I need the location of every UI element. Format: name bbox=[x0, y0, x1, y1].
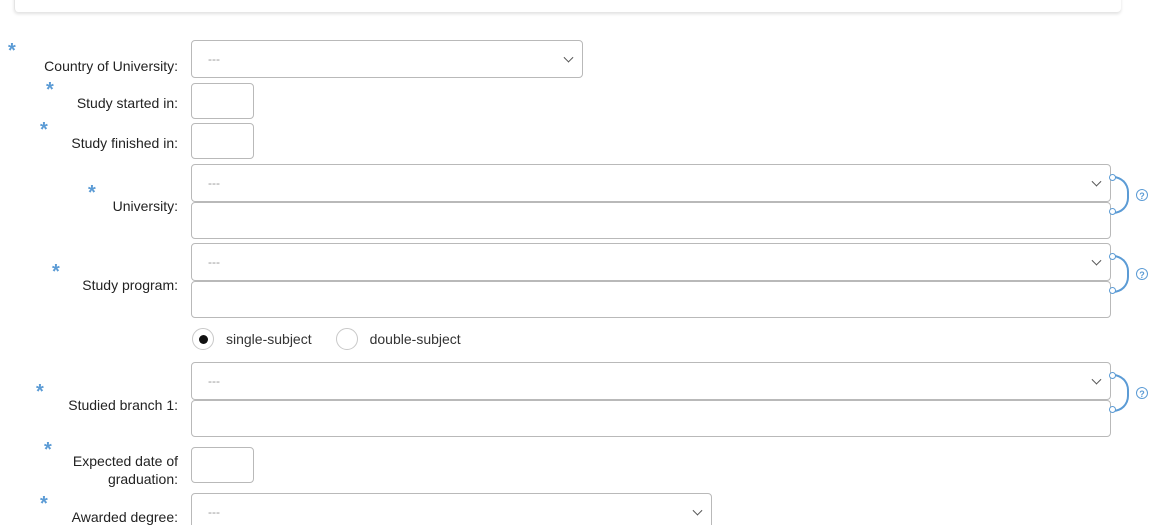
help-icon[interactable]: ? bbox=[1136, 387, 1148, 399]
awarded-degree-select-value: --- bbox=[208, 505, 220, 519]
studied-branch-label: Studied branch 1: bbox=[68, 397, 178, 413]
country-select-value: --- bbox=[208, 52, 220, 66]
bracket-dot bbox=[1109, 208, 1116, 215]
required-asterisk: * bbox=[88, 182, 96, 204]
study-program-select[interactable]: --- bbox=[191, 243, 1111, 281]
study-program-select-value: --- bbox=[208, 255, 220, 269]
required-asterisk: * bbox=[52, 261, 60, 283]
university-label-wrap: * University: bbox=[0, 183, 178, 215]
top-card-edge bbox=[14, 0, 1121, 12]
country-label-wrap: * Country of University: bbox=[0, 41, 178, 75]
required-asterisk: * bbox=[8, 40, 16, 62]
required-asterisk: * bbox=[46, 79, 54, 101]
study-finished-label-wrap: * Study finished in: bbox=[0, 120, 178, 152]
required-asterisk: * bbox=[44, 439, 52, 461]
chevron-down-icon bbox=[563, 52, 574, 63]
bracket-dot bbox=[1109, 406, 1116, 413]
single-subject-label[interactable]: single-subject bbox=[226, 331, 312, 347]
registration-form-page: * Country of University: --- * Study sta… bbox=[0, 0, 1150, 525]
university-select[interactable]: --- bbox=[191, 164, 1111, 202]
linked-fields-bracket bbox=[1109, 372, 1129, 413]
expected-graduation-label-wrap: * Expected date of graduation: bbox=[0, 440, 178, 488]
study-finished-label: Study finished in: bbox=[71, 135, 178, 151]
chevron-down-icon bbox=[1091, 255, 1102, 266]
bracket-dot bbox=[1109, 372, 1116, 379]
required-asterisk: * bbox=[40, 119, 48, 141]
bracket-dot bbox=[1109, 174, 1116, 181]
expected-graduation-label-line2: graduation: bbox=[107, 471, 178, 487]
required-asterisk: * bbox=[36, 381, 44, 403]
study-started-label-wrap: * Study started in: bbox=[0, 80, 178, 112]
studied-branch-text-input[interactable] bbox=[191, 400, 1111, 437]
double-subject-radio[interactable] bbox=[335, 328, 358, 350]
bracket-dot bbox=[1109, 253, 1116, 260]
single-subject-radio[interactable] bbox=[192, 328, 214, 350]
expected-graduation-label-line1: Expected date of bbox=[72, 453, 178, 469]
awarded-degree-select[interactable]: --- bbox=[191, 493, 712, 525]
studied-branch-select-value: --- bbox=[208, 374, 220, 388]
university-label: University: bbox=[112, 198, 178, 214]
study-program-label-wrap: * Study program: bbox=[0, 262, 178, 294]
bracket-dot bbox=[1109, 287, 1116, 294]
expected-graduation-input[interactable] bbox=[191, 447, 254, 483]
help-icon[interactable]: ? bbox=[1136, 268, 1148, 280]
linked-fields-bracket bbox=[1109, 253, 1129, 294]
study-started-input[interactable] bbox=[191, 83, 254, 119]
awarded-degree-label: Awarded degree: bbox=[71, 509, 178, 525]
study-started-label: Study started in: bbox=[76, 95, 178, 111]
studied-branch-label-wrap: * Studied branch 1: bbox=[0, 382, 178, 414]
double-subject-label[interactable]: double-subject bbox=[370, 331, 461, 347]
university-select-value: --- bbox=[208, 176, 220, 190]
study-program-label: Study program: bbox=[82, 277, 178, 293]
required-asterisk: * bbox=[40, 493, 48, 515]
study-finished-input[interactable] bbox=[191, 123, 254, 159]
chevron-down-icon bbox=[1091, 176, 1102, 187]
subject-type-radio-group: single-subject double-subject bbox=[192, 328, 485, 350]
study-program-text-input[interactable] bbox=[191, 281, 1111, 318]
studied-branch-select[interactable]: --- bbox=[191, 362, 1111, 400]
chevron-down-icon bbox=[692, 505, 703, 516]
linked-fields-bracket bbox=[1109, 174, 1129, 215]
university-text-input[interactable] bbox=[191, 202, 1111, 239]
awarded-degree-label-wrap: * Awarded degree: bbox=[0, 494, 178, 525]
country-select[interactable]: --- bbox=[191, 40, 583, 78]
country-label: Country of University: bbox=[44, 58, 178, 74]
help-icon[interactable]: ? bbox=[1136, 189, 1148, 201]
chevron-down-icon bbox=[1091, 374, 1102, 385]
